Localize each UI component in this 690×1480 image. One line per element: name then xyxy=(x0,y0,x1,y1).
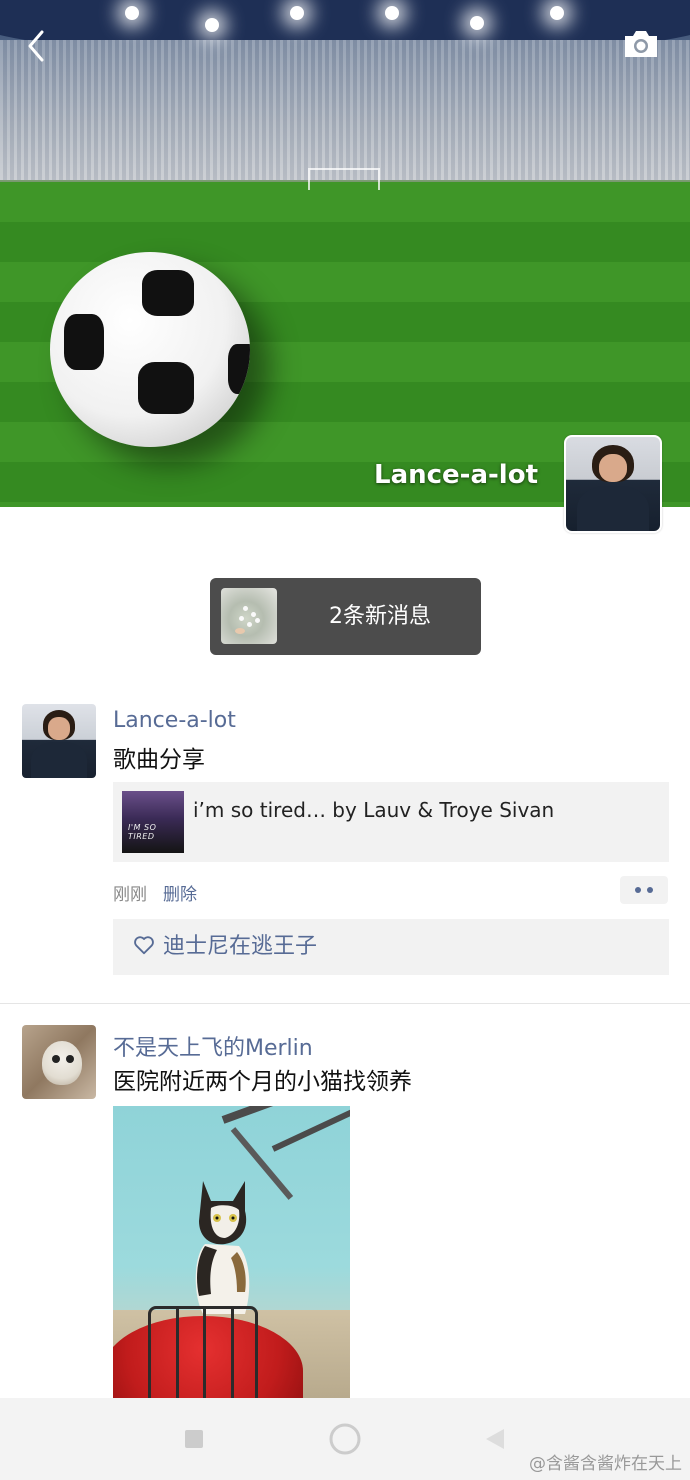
ball-patch xyxy=(138,362,194,414)
avatar[interactable] xyxy=(22,1025,96,1099)
post-photo[interactable] xyxy=(113,1106,350,1398)
recent-apps-icon[interactable] xyxy=(183,1428,205,1450)
owner-name: Lance-a-lot xyxy=(374,460,538,490)
goal-post xyxy=(308,168,380,190)
new-message-thumbnail xyxy=(221,588,277,644)
liker-name[interactable]: 迪士尼在逃王子 xyxy=(163,919,317,975)
home-icon[interactable] xyxy=(328,1422,362,1456)
wire-basket xyxy=(148,1306,258,1398)
stadium-light xyxy=(385,6,399,20)
heart-icon xyxy=(134,936,154,955)
post-author[interactable]: 不是天上飞的Merlin xyxy=(113,1030,313,1062)
post-divider xyxy=(0,1003,690,1004)
avatar[interactable] xyxy=(22,704,96,778)
new-messages-notice[interactable]: 2条新消息 xyxy=(210,578,481,655)
post-author[interactable]: Lance-a-lot xyxy=(113,708,236,733)
post-time: 刚刚 xyxy=(113,885,147,905)
stadium-light xyxy=(205,18,219,32)
stadium-light xyxy=(550,6,564,20)
shared-music-card[interactable]: I'M SO TIRED i’m so tired… by Lauv & Tro… xyxy=(113,782,669,862)
cover-image[interactable]: Lance-a-lot xyxy=(0,0,690,507)
stadium-light xyxy=(290,6,304,20)
stadium-stands xyxy=(0,40,690,180)
chevron-left-icon[interactable] xyxy=(22,26,52,66)
football-ball xyxy=(50,252,250,447)
back-triangle-icon[interactable] xyxy=(482,1426,508,1452)
stadium-light xyxy=(470,16,484,30)
more-dot-icon xyxy=(635,887,641,893)
camera-icon[interactable] xyxy=(622,28,660,60)
kitten-image xyxy=(195,1181,250,1314)
ball-patch xyxy=(228,344,250,394)
ball-patch xyxy=(64,314,104,370)
likes-panel: 迪士尼在逃王子 xyxy=(113,919,669,975)
owner-avatar[interactable] xyxy=(564,435,662,533)
post-text: 医院附近两个月的小猫找领养 xyxy=(113,1069,412,1095)
ball-patch xyxy=(142,270,194,316)
stadium-light xyxy=(125,6,139,20)
new-messages-label: 2条新消息 xyxy=(329,604,431,629)
more-options-button[interactable] xyxy=(620,876,668,904)
delete-button[interactable]: 删除 xyxy=(163,880,197,905)
album-cover: I'M SO TIRED xyxy=(122,791,184,853)
watermark-text: @含酱含酱炸在天上 xyxy=(529,1454,682,1474)
post-text: 歌曲分享 xyxy=(113,747,205,773)
shared-song-title: i’m so tired… by Lauv & Troye Sivan xyxy=(193,798,555,822)
more-dot-icon xyxy=(647,887,653,893)
